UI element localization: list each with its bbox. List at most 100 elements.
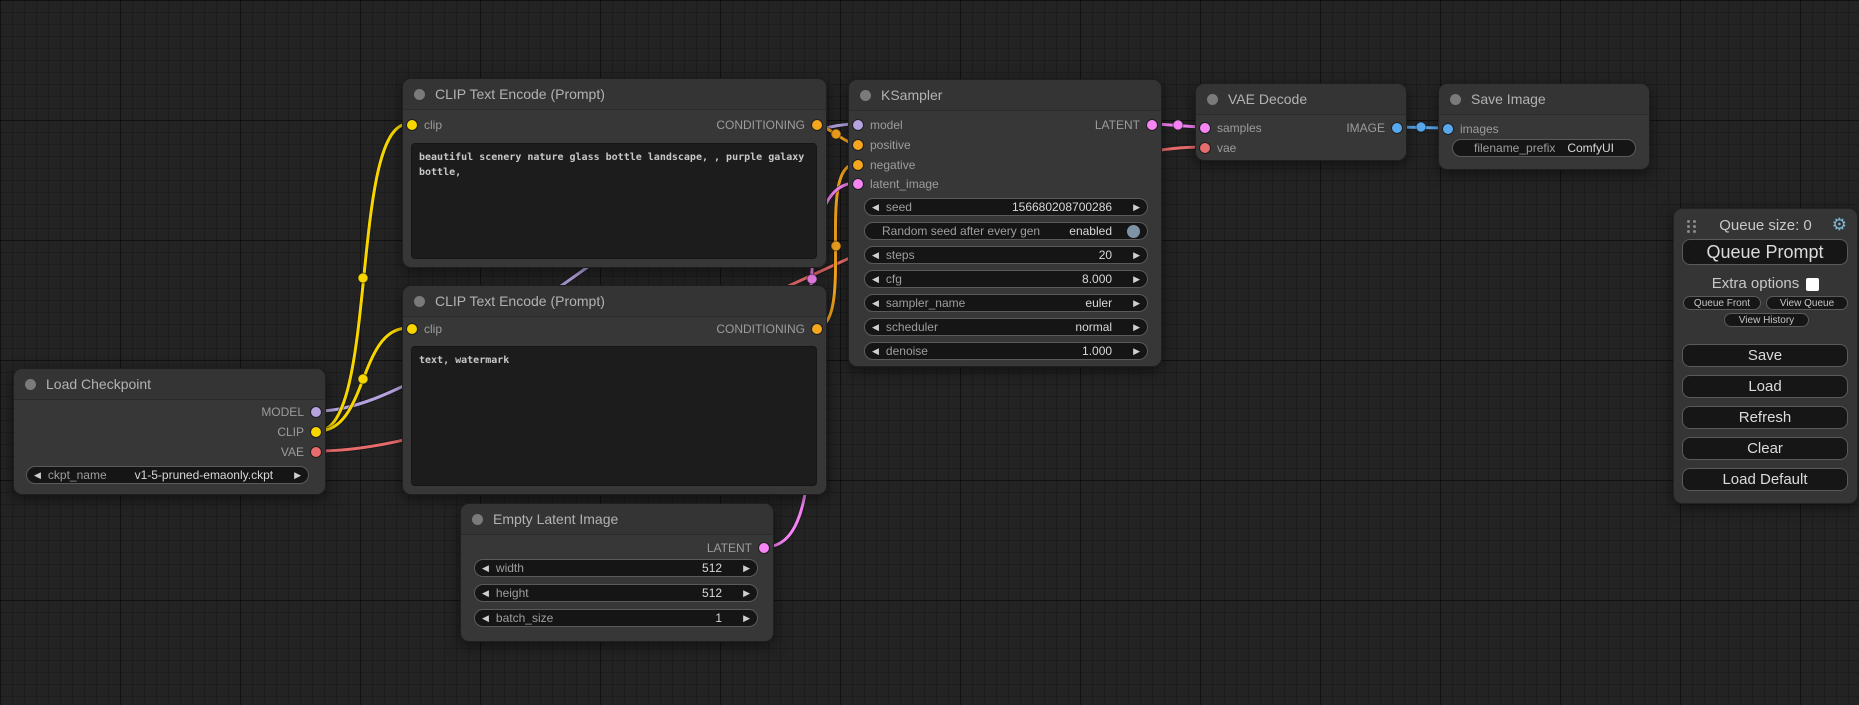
ckpt-name-widget[interactable]: ◀ ckpt_name v1-5-pruned-emaonly.ckpt ▶ <box>26 466 309 484</box>
node-title-bar[interactable]: VAE Decode <box>1196 84 1406 115</box>
latent-image-input: latent_image <box>853 174 939 194</box>
filename-prefix-widget[interactable]: filename_prefix ComfyUI <box>1452 139 1636 157</box>
queue-front-button[interactable]: Queue Front <box>1683 296 1761 310</box>
random-seed-widget[interactable]: Random seed after every gen enabled <box>864 222 1148 240</box>
decrement-arrow-icon[interactable]: ◀ <box>872 198 879 216</box>
collapse-dot-icon[interactable] <box>860 90 871 101</box>
collapse-dot-icon[interactable] <box>1450 94 1461 105</box>
settings-gear-icon[interactable]: ⚙ <box>1832 215 1847 235</box>
view-history-button[interactable]: View History <box>1724 313 1809 327</box>
node-graph-canvas[interactable]: Load Checkpoint MODEL CLIP VAE ◀ ckpt_na… <box>0 0 1859 705</box>
samples-input: samples <box>1200 118 1262 138</box>
view-queue-button[interactable]: View Queue <box>1766 296 1848 310</box>
extra-options-label: Extra options <box>1712 275 1800 292</box>
latent-output-port[interactable] <box>759 543 769 553</box>
latent-output-port[interactable] <box>1147 120 1157 130</box>
seed-widget[interactable]: ◀ seed 156680208700286 ▶ <box>864 198 1148 216</box>
save-button[interactable]: Save <box>1682 344 1848 367</box>
images-input-port[interactable] <box>1443 124 1453 134</box>
queue-panel: Queue size: 0 ⚙ Queue Prompt Extra optio… <box>1673 208 1858 504</box>
decrement-arrow-icon[interactable]: ◀ <box>872 342 879 360</box>
batch-size-widget[interactable]: ◀ batch_size 1 ▶ <box>474 609 758 627</box>
node-title-bar[interactable]: CLIP Text Encode (Prompt) <box>403 286 826 317</box>
node-empty-latent-image[interactable]: Empty Latent Image LATENT ◀ width 512 ▶ … <box>460 503 774 642</box>
collapse-dot-icon[interactable] <box>25 379 36 390</box>
latent-output: LATENT <box>707 538 769 558</box>
increment-arrow-icon[interactable]: ▶ <box>743 559 750 577</box>
node-title: Save Image <box>1471 91 1546 107</box>
vae-output-port[interactable] <box>311 447 321 457</box>
negative-input: negative <box>853 155 915 175</box>
positive-input-port[interactable] <box>853 140 863 150</box>
height-widget[interactable]: ◀ height 512 ▶ <box>474 584 758 602</box>
prompt-textarea[interactable]: beautiful scenery nature glass bottle la… <box>411 143 817 259</box>
queue-size-label: Queue size: 0 <box>1719 217 1812 234</box>
node-vae-decode[interactable]: VAE Decode samples vae IMAGE <box>1195 83 1407 161</box>
node-title-bar[interactable]: CLIP Text Encode (Prompt) <box>403 79 826 110</box>
image-output-port[interactable] <box>1392 123 1402 133</box>
decrement-arrow-icon[interactable]: ◀ <box>34 466 41 484</box>
clear-button[interactable]: Clear <box>1682 437 1848 460</box>
denoise-widget[interactable]: ◀ denoise 1.000 ▶ <box>864 342 1148 360</box>
decrement-arrow-icon[interactable]: ◀ <box>872 318 879 336</box>
node-clip-text-encode-positive[interactable]: CLIP Text Encode (Prompt) clip CONDITION… <box>402 78 827 268</box>
node-title-bar[interactable]: Empty Latent Image <box>461 504 773 535</box>
collapse-dot-icon[interactable] <box>414 296 425 307</box>
sampler-name-widget[interactable]: ◀ sampler_name euler ▶ <box>864 294 1148 312</box>
increment-arrow-icon[interactable]: ▶ <box>1133 246 1140 264</box>
increment-arrow-icon[interactable]: ▶ <box>743 609 750 627</box>
decrement-arrow-icon[interactable]: ◀ <box>482 609 489 627</box>
node-title-bar[interactable]: Load Checkpoint <box>14 369 325 400</box>
node-title: Empty Latent Image <box>493 511 618 527</box>
prompt-textarea[interactable]: text, watermark <box>411 346 817 486</box>
load-default-button[interactable]: Load Default <box>1682 468 1848 491</box>
clip-input-port[interactable] <box>407 120 417 130</box>
clip-input-port[interactable] <box>407 324 417 334</box>
node-title: VAE Decode <box>1228 91 1307 107</box>
extra-options-checkbox[interactable] <box>1806 278 1819 291</box>
model-input: model <box>853 115 903 135</box>
increment-arrow-icon[interactable]: ▶ <box>1133 270 1140 288</box>
cfg-widget[interactable]: ◀ cfg 8.000 ▶ <box>864 270 1148 288</box>
increment-arrow-icon[interactable]: ▶ <box>1133 342 1140 360</box>
node-title-bar[interactable]: KSampler <box>849 80 1161 111</box>
node-clip-text-encode-negative[interactable]: CLIP Text Encode (Prompt) clip CONDITION… <box>402 285 827 495</box>
increment-arrow-icon[interactable]: ▶ <box>1133 318 1140 336</box>
clip-output-port[interactable] <box>311 427 321 437</box>
collapse-dot-icon[interactable] <box>1207 94 1218 105</box>
vae-input-port[interactable] <box>1200 143 1210 153</box>
decrement-arrow-icon[interactable]: ◀ <box>872 246 879 264</box>
latent-image-input-port[interactable] <box>853 179 863 189</box>
increment-arrow-icon[interactable]: ▶ <box>1133 294 1140 312</box>
conditioning-output-port[interactable] <box>812 120 822 130</box>
node-save-image[interactable]: Save Image images filename_prefix ComfyU… <box>1438 83 1650 170</box>
width-widget[interactable]: ◀ width 512 ▶ <box>474 559 758 577</box>
node-title: CLIP Text Encode (Prompt) <box>435 86 605 102</box>
model-output-port[interactable] <box>311 407 321 417</box>
collapse-dot-icon[interactable] <box>414 89 425 100</box>
drag-handle-icon[interactable] <box>1686 219 1697 238</box>
positive-input: positive <box>853 135 911 155</box>
decrement-arrow-icon[interactable]: ◀ <box>872 294 879 312</box>
node-title-bar[interactable]: Save Image <box>1439 84 1649 115</box>
toggle-enabled-icon[interactable] <box>1127 225 1140 238</box>
queue-prompt-button[interactable]: Queue Prompt <box>1682 239 1848 265</box>
model-output: MODEL <box>261 402 321 422</box>
node-load-checkpoint[interactable]: Load Checkpoint MODEL CLIP VAE ◀ ckpt_na… <box>13 368 326 495</box>
steps-widget[interactable]: ◀ steps 20 ▶ <box>864 246 1148 264</box>
node-ksampler[interactable]: KSampler model positive negative latent_… <box>848 79 1162 367</box>
collapse-dot-icon[interactable] <box>472 514 483 525</box>
decrement-arrow-icon[interactable]: ◀ <box>872 270 879 288</box>
negative-input-port[interactable] <box>853 160 863 170</box>
conditioning-output-port[interactable] <box>812 324 822 334</box>
increment-arrow-icon[interactable]: ▶ <box>743 584 750 602</box>
decrement-arrow-icon[interactable]: ◀ <box>482 559 489 577</box>
model-input-port[interactable] <box>853 120 863 130</box>
decrement-arrow-icon[interactable]: ◀ <box>482 584 489 602</box>
increment-arrow-icon[interactable]: ▶ <box>294 466 301 484</box>
refresh-button[interactable]: Refresh <box>1682 406 1848 429</box>
scheduler-widget[interactable]: ◀ scheduler normal ▶ <box>864 318 1148 336</box>
load-button[interactable]: Load <box>1682 375 1848 398</box>
increment-arrow-icon[interactable]: ▶ <box>1133 198 1140 216</box>
samples-input-port[interactable] <box>1200 123 1210 133</box>
